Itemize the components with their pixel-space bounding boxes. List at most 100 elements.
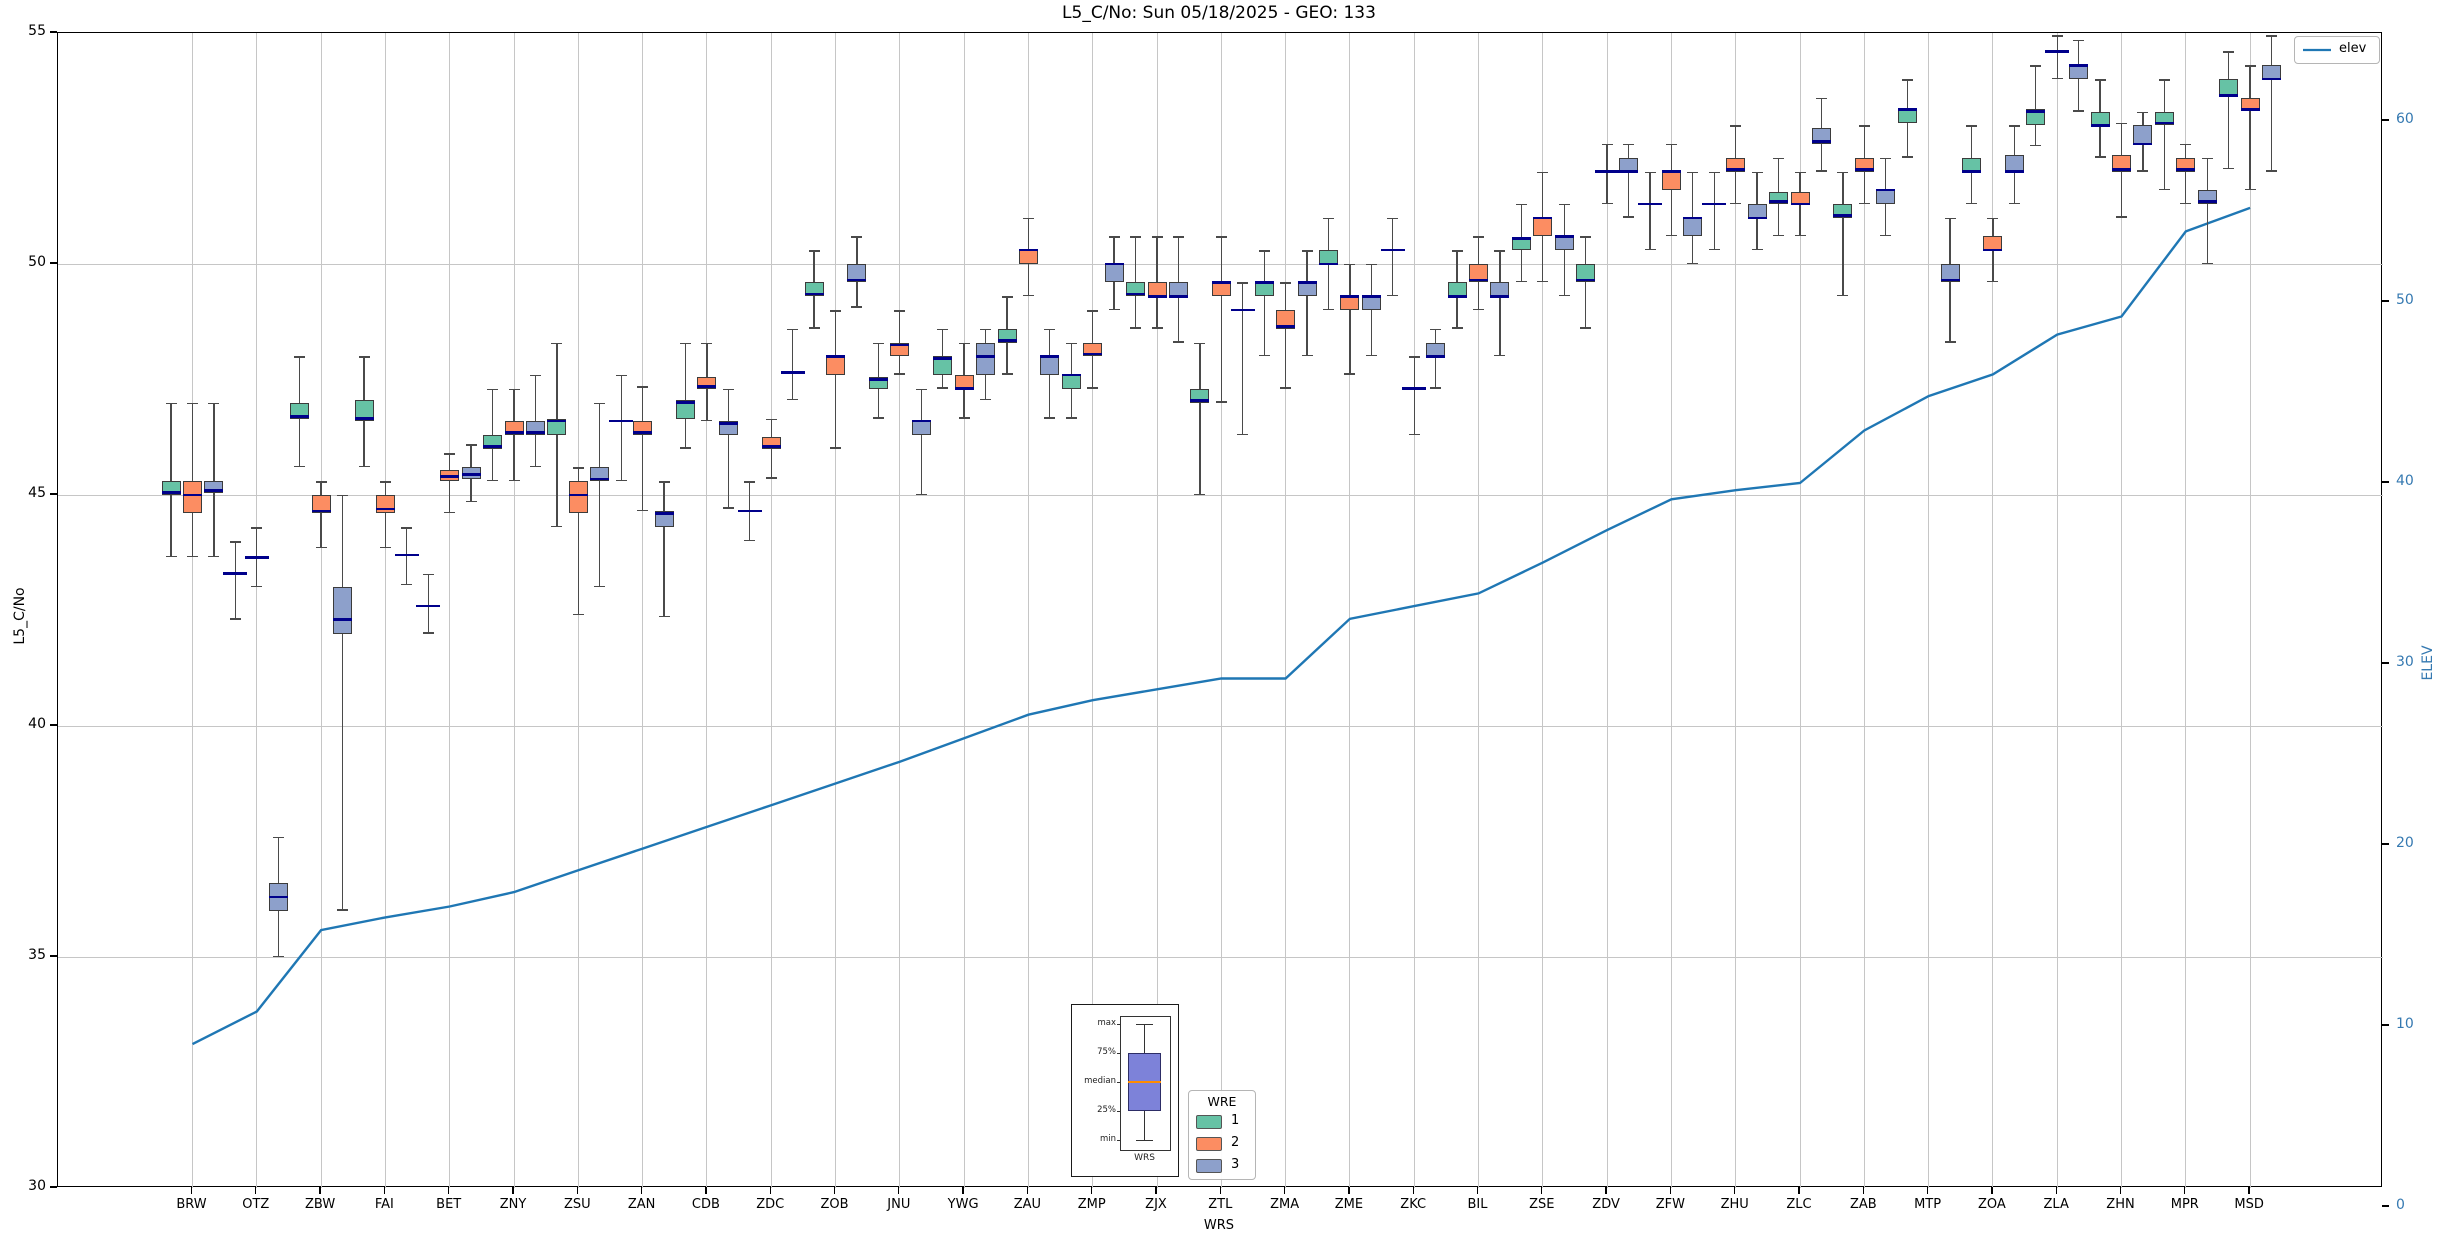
whisker-cap-upper (2051, 35, 2063, 37)
median-line (1747, 216, 1767, 220)
whisker-cap-upper (701, 342, 713, 344)
y-tick-mark (50, 493, 57, 495)
whisker-cap-upper (1644, 171, 1656, 173)
whisker-upper (1692, 171, 1694, 218)
whisker-upper (534, 374, 537, 422)
whisker-lower (470, 478, 472, 502)
x-tick-label-ZSE: ZSE (1529, 1197, 1555, 1212)
whisker-lower (1263, 296, 1265, 357)
box-wre-3 (1876, 190, 1896, 204)
elev-legend[interactable]: elev (2294, 36, 2380, 64)
whisker-cap-upper (272, 836, 284, 839)
median-line (826, 355, 845, 358)
whisker-cap-lower (1430, 387, 1442, 389)
median-line (997, 338, 1017, 342)
median-line (933, 357, 953, 360)
whisker-cap-lower (251, 586, 263, 588)
whisker-cap-upper (1258, 250, 1270, 252)
inset-tick (1117, 1139, 1120, 1141)
y2-tick-label: 20 (2396, 835, 2414, 851)
median-line (1168, 295, 1188, 298)
whisker-upper (1434, 328, 1437, 343)
whisker-cap-upper (1794, 171, 1806, 173)
whisker-upper (2142, 111, 2144, 126)
whisker-cap-lower (165, 555, 177, 558)
box-wre-3 (2069, 65, 2089, 80)
whisker-cap-lower (615, 479, 627, 482)
whisker-lower (1520, 250, 1523, 283)
whisker-cap-upper (1623, 143, 1634, 146)
median-line (1319, 262, 1338, 266)
wre-legend-row[interactable]: 2 (1189, 1133, 1255, 1153)
whisker-lower (834, 374, 837, 449)
whisker-cap-lower (229, 618, 241, 620)
whisker-lower (1627, 171, 1630, 218)
median-line (1147, 295, 1167, 298)
whisker-upper (1413, 356, 1415, 389)
box-wre-3 (2004, 155, 2024, 172)
median-line (1576, 278, 1596, 282)
median-line (2069, 64, 2089, 67)
whisker-lower (1113, 282, 1115, 311)
y-tick-label: 55 (28, 23, 46, 39)
whisker-lower (556, 434, 558, 528)
whisker-cap-upper (787, 328, 799, 331)
whisker-cap-upper (2244, 65, 2256, 67)
whisker-cap-lower (1022, 294, 1034, 297)
wre-legend[interactable]: WRE 1 2 3 (1188, 1090, 1256, 1180)
whisker-lower (1670, 190, 1673, 237)
whisker-upper (663, 481, 665, 512)
median-line (2112, 167, 2131, 171)
y-tick-mark (50, 1186, 57, 1188)
whisker-upper (1799, 171, 1801, 193)
whisker-cap-upper (1901, 79, 1913, 81)
median-line (525, 431, 545, 434)
box-wre-2 (1340, 296, 1360, 311)
whisker-upper (770, 418, 772, 438)
whisker-cap-lower (1601, 202, 1613, 204)
whisker-upper (2270, 35, 2273, 66)
whisker-upper (1349, 264, 1351, 297)
y2-axis-label: ELEV (2420, 645, 2436, 681)
whisker-cap-upper (1687, 171, 1699, 173)
whisker-cap-upper (2073, 39, 2085, 42)
whisker-lower (1284, 328, 1287, 389)
whisker-cap-lower (2201, 262, 2213, 264)
whisker-cap-upper (1215, 236, 1227, 238)
whisker-lower (1713, 203, 1715, 251)
whisker-lower (1885, 203, 1887, 237)
whisker-upper (1242, 282, 1244, 311)
whisker-upper (727, 388, 729, 422)
whisker-upper (1049, 328, 1051, 357)
whisker-upper (170, 402, 172, 482)
whisker-upper (1970, 125, 1973, 158)
whisker-cap-upper (294, 356, 306, 358)
x-tick-mark (1669, 1187, 1672, 1194)
elev-legend-label: elev (2339, 41, 2367, 56)
inset-tick (1117, 1081, 1120, 1083)
box-wre-3 (333, 587, 352, 634)
whisker-lower (363, 421, 365, 468)
wre-legend-row[interactable]: 3 (1189, 1155, 1255, 1175)
plot-area (57, 32, 2383, 1188)
wre-legend-row[interactable]: 1 (1189, 1111, 1255, 1131)
whisker-cap-lower (1172, 341, 1184, 343)
whisker-upper (299, 356, 301, 403)
y-axis-label: L5_C/No (12, 587, 28, 645)
whisker-cap-lower (701, 419, 713, 422)
whisker-lower (791, 372, 794, 401)
inset-label-max: max (1097, 1018, 1116, 1028)
whisker-cap-lower (1537, 281, 1549, 283)
y2-tick-mark (2382, 843, 2389, 845)
whisker-lower (1177, 296, 1180, 343)
whisker-upper (834, 310, 837, 357)
whisker-cap-lower (1751, 248, 1763, 251)
whisker-lower (1863, 171, 1865, 204)
box-wre-3 (1040, 356, 1060, 375)
median-line (590, 477, 610, 481)
whisker-lower (577, 513, 579, 616)
median-dash (1402, 387, 1427, 391)
median-dash (394, 553, 419, 557)
whisker-cap-upper (2008, 125, 2020, 127)
whisker-cap-lower (1387, 294, 1399, 297)
